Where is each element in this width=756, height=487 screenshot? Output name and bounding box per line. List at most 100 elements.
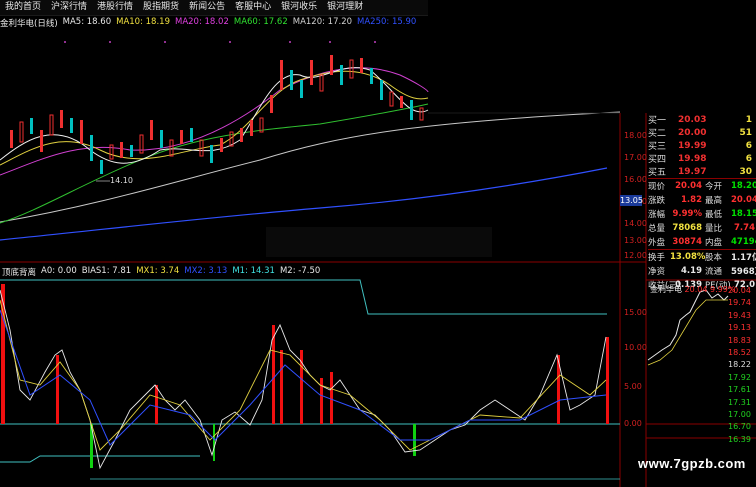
stat-label: 股本 xyxy=(705,253,723,263)
axis-13: 13.00 xyxy=(624,236,647,245)
mini-axis-label: 20.04 xyxy=(728,286,751,295)
axis-17: 17.00 xyxy=(624,153,647,162)
stat-label: 现价 xyxy=(648,182,666,192)
bid-volume: 30 xyxy=(739,166,752,177)
bid-label: 买一 xyxy=(648,116,667,126)
mini-axis-label: 19.74 xyxy=(728,298,751,308)
stat-row-net-assets: 净资 4.19 流通 5968万 xyxy=(648,264,756,278)
a0-label: A0: 0.00 xyxy=(41,266,77,276)
stat-label: 净资 xyxy=(648,267,666,277)
ma60-line xyxy=(0,103,429,224)
mini-chart-header: 金利华电 20.04 9.99% xyxy=(650,284,735,295)
axis-18: 18.00 xyxy=(624,131,647,140)
m1-line xyxy=(0,279,607,315)
stat-value: 13.08% xyxy=(670,252,706,262)
stat-value: 7.74 xyxy=(734,223,755,233)
bid-volume: 6 xyxy=(745,153,752,164)
bid-price: 19.98 xyxy=(678,153,707,164)
stat-row-outer: 外盘 30874 内盘 47194 xyxy=(648,235,756,250)
stat-value: 9.99% xyxy=(672,209,703,219)
stat-row-turnover: 换手 13.08% 股本 1.17亿 xyxy=(648,250,756,264)
stat-label: 内盘 xyxy=(705,238,723,248)
axis-16: 16.00 xyxy=(624,175,647,184)
low-price-label: 14.10 xyxy=(110,176,133,185)
bid-volume: 1 xyxy=(745,114,752,125)
mini-title: 金利华电 xyxy=(650,285,682,294)
bid-row-5[interactable]: 买五 19.97 30 xyxy=(648,165,756,179)
bid-row-2[interactable]: 买二 20.00 51 xyxy=(648,126,756,140)
stat-value: 47194 xyxy=(731,237,756,247)
stat-label: 涨跌 xyxy=(648,196,666,206)
osc-axis-0: 0.00 xyxy=(624,419,642,428)
bid-price: 20.03 xyxy=(678,114,707,125)
stat-row-price: 现价 20.04 今开 18.20 xyxy=(648,179,756,193)
ma5-line xyxy=(0,67,429,164)
stat-label: 最低 xyxy=(705,210,723,220)
m1-label: M1: 14.31 xyxy=(232,266,275,276)
mini-axis-label: 19.43 xyxy=(728,310,751,320)
ma10-line xyxy=(0,70,429,166)
stat-value: 18.15 xyxy=(731,209,756,219)
bias1-label: BIAS1: 7.81 xyxy=(81,266,132,276)
bid-price: 20.00 xyxy=(678,127,707,138)
m2-label: M2: -7.50 xyxy=(279,266,321,276)
quote-panel: 买一 20.03 1 买二 20.00 51 买三 19.99 6 买四 19.… xyxy=(648,113,756,292)
mini-axis-label: 19.13 xyxy=(728,323,751,333)
stat-value: 30874 xyxy=(672,237,702,247)
stat-row-pct: 涨幅 9.99% 最低 18.15 xyxy=(648,207,756,221)
watermark: www.7gpzb.com xyxy=(638,456,746,471)
ma120-line xyxy=(0,111,621,223)
bid-volume: 6 xyxy=(745,140,752,151)
mini-axis-label: 17.92 xyxy=(728,372,751,382)
mini-axis-label: 18.22 xyxy=(728,360,751,370)
mini-axis-label: 17.00 xyxy=(728,410,751,419)
bid-label: 买四 xyxy=(648,155,667,165)
osc-title: 顶底背离 xyxy=(2,268,37,278)
stat-value: 20.04 xyxy=(675,181,702,191)
stat-value: 4.19 xyxy=(681,266,702,276)
stat-value: 20.04 xyxy=(731,195,756,205)
divergence-bars xyxy=(1,284,609,424)
stat-value: 78068 xyxy=(672,223,702,233)
mini-axis-label: 16.70 xyxy=(728,422,751,432)
axis-14: 14.00 xyxy=(624,219,647,228)
stat-label: 总量 xyxy=(648,224,666,234)
mini-price: 20.04 xyxy=(684,285,708,294)
bid-row-1[interactable]: 买一 20.03 1 xyxy=(648,113,756,127)
stat-value: 1.17亿 xyxy=(731,253,756,263)
osc-legend: 顶底背离 A0: 0.00 BIAS1: 7.81 MX1: 3.74 MX2:… xyxy=(2,266,320,278)
stat-row-volume: 总量 78068 量比 7.74 xyxy=(648,221,756,235)
bid-row-3[interactable]: 买三 19.99 6 xyxy=(648,139,756,153)
stat-value: 18.20 xyxy=(731,181,756,191)
stat-value: 5968万 xyxy=(731,267,756,277)
osc-axis-10: 10.00 xyxy=(624,343,647,352)
mini-axis-label: 18.52 xyxy=(728,348,751,357)
bid-price: 19.99 xyxy=(678,140,707,151)
axis-12: 12.00 xyxy=(624,251,647,260)
stat-row-change: 涨跌 1.82 最高 20.04 xyxy=(648,193,756,207)
stat-label: 最高 xyxy=(705,196,723,206)
mini-axis-label: 18.83 xyxy=(728,335,751,345)
stat-label: 量比 xyxy=(705,224,723,234)
mini-axis-label: 17.31 xyxy=(728,397,751,407)
mx1-label: MX1: 3.74 xyxy=(136,266,180,276)
bid-label: 买五 xyxy=(648,168,667,178)
osc-axis-5: 5.00 xyxy=(624,382,642,391)
bid-volume: 51 xyxy=(739,127,752,138)
stat-label: 流通 xyxy=(705,267,723,277)
candles xyxy=(10,55,424,174)
mx2-label: MX2: 3.13 xyxy=(184,266,228,276)
stat-label: 涨幅 xyxy=(648,210,666,220)
current-price-marker: 13.05 xyxy=(620,195,643,206)
stat-value: 1.82 xyxy=(681,195,702,205)
bid-label: 买二 xyxy=(648,129,667,139)
bid-price: 19.97 xyxy=(678,166,707,177)
stat-label: 外盘 xyxy=(648,238,666,248)
ma20-line xyxy=(0,67,429,176)
bid-label: 买三 xyxy=(648,142,667,152)
stat-label: 今开 xyxy=(705,182,723,192)
osc-axis-15: 15.00 xyxy=(624,308,647,317)
m2-line xyxy=(0,455,200,463)
mini-axis-label: 16.39 xyxy=(728,434,751,444)
bid-row-4[interactable]: 买四 19.98 6 xyxy=(648,152,756,166)
